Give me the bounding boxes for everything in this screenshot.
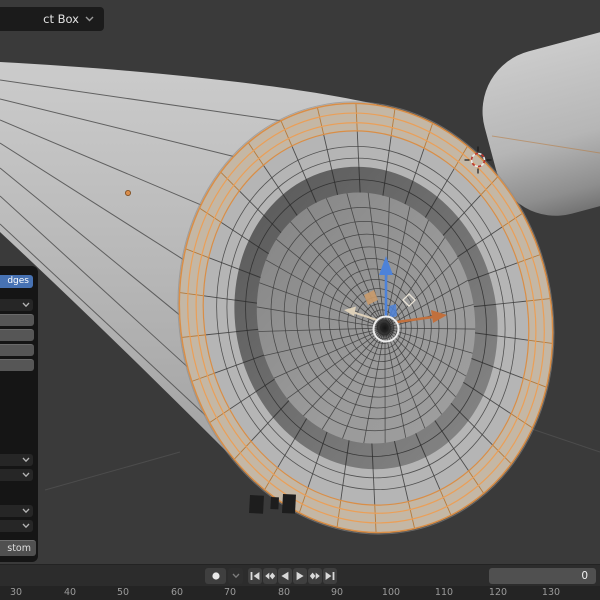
next-keyframe-button[interactable] <box>308 568 322 584</box>
jump-to-start-button[interactable] <box>248 568 262 584</box>
jump-end-icon <box>324 571 336 581</box>
record-button[interactable] <box>205 568 226 584</box>
play-reverse-icon <box>279 571 291 581</box>
current-frame-field[interactable]: 0 <box>489 568 596 584</box>
frame-tick-label: 50 <box>117 587 129 598</box>
chevron-down-icon <box>85 16 94 22</box>
chevron-down-icon <box>22 302 30 308</box>
operator-dropdown[interactable] <box>0 520 33 532</box>
frame-tick-label: 120 <box>489 587 507 598</box>
prev-keyframe-icon <box>264 571 276 581</box>
frame-tick-label: 100 <box>382 587 400 598</box>
chevron-down-icon <box>22 472 30 478</box>
frame-tick-label: 130 <box>542 587 560 598</box>
frame-tick-label: 40 <box>64 587 76 598</box>
operator-button[interactable] <box>0 359 34 371</box>
chevron-down-icon <box>22 508 30 514</box>
previous-keyframe-button[interactable] <box>263 568 277 584</box>
chevron-down-icon <box>232 573 240 579</box>
frame-tick-label: 90 <box>331 587 343 598</box>
frame-tick-label: 110 <box>435 587 453 598</box>
operator-dropdown[interactable] <box>0 299 33 311</box>
chevron-down-icon <box>22 457 30 463</box>
jump-start-icon <box>249 571 261 581</box>
timeline-header: 0 <box>0 564 600 586</box>
operator-button[interactable] <box>0 329 34 341</box>
operator-button[interactable] <box>0 344 34 356</box>
play-reverse-button[interactable] <box>278 568 292 584</box>
operator-panel-header[interactable]: dges <box>0 275 33 288</box>
timeline-scrub-ruler[interactable]: 30 40 50 60 70 80 90 100 110 120 130 <box>0 586 600 600</box>
object-origin-dot <box>125 190 130 195</box>
jump-to-end-button[interactable] <box>323 568 337 584</box>
custom-button[interactable]: stom <box>0 540 36 556</box>
play-icon <box>294 571 306 581</box>
chevron-down-icon <box>22 523 30 529</box>
next-keyframe-icon <box>309 571 321 581</box>
frame-tick-label: 70 <box>224 587 236 598</box>
record-circle-icon <box>211 571 221 581</box>
operator-button[interactable] <box>0 314 34 326</box>
frame-tick-label: 60 <box>171 587 183 598</box>
operator-dropdown[interactable] <box>0 505 33 517</box>
frame-tick-label: 80 <box>278 587 290 598</box>
active-tool-label: ct Box <box>43 12 79 26</box>
record-options-button[interactable] <box>228 568 243 584</box>
operator-panel: dges stom <box>0 266 38 562</box>
viewport-3d[interactable] <box>0 0 600 600</box>
operator-dropdown[interactable] <box>0 454 33 466</box>
operator-dropdown[interactable] <box>0 469 33 481</box>
play-button[interactable] <box>293 568 307 584</box>
frame-tick-label: 30 <box>10 587 22 598</box>
active-tool-dropdown[interactable]: ct Box <box>0 7 104 31</box>
